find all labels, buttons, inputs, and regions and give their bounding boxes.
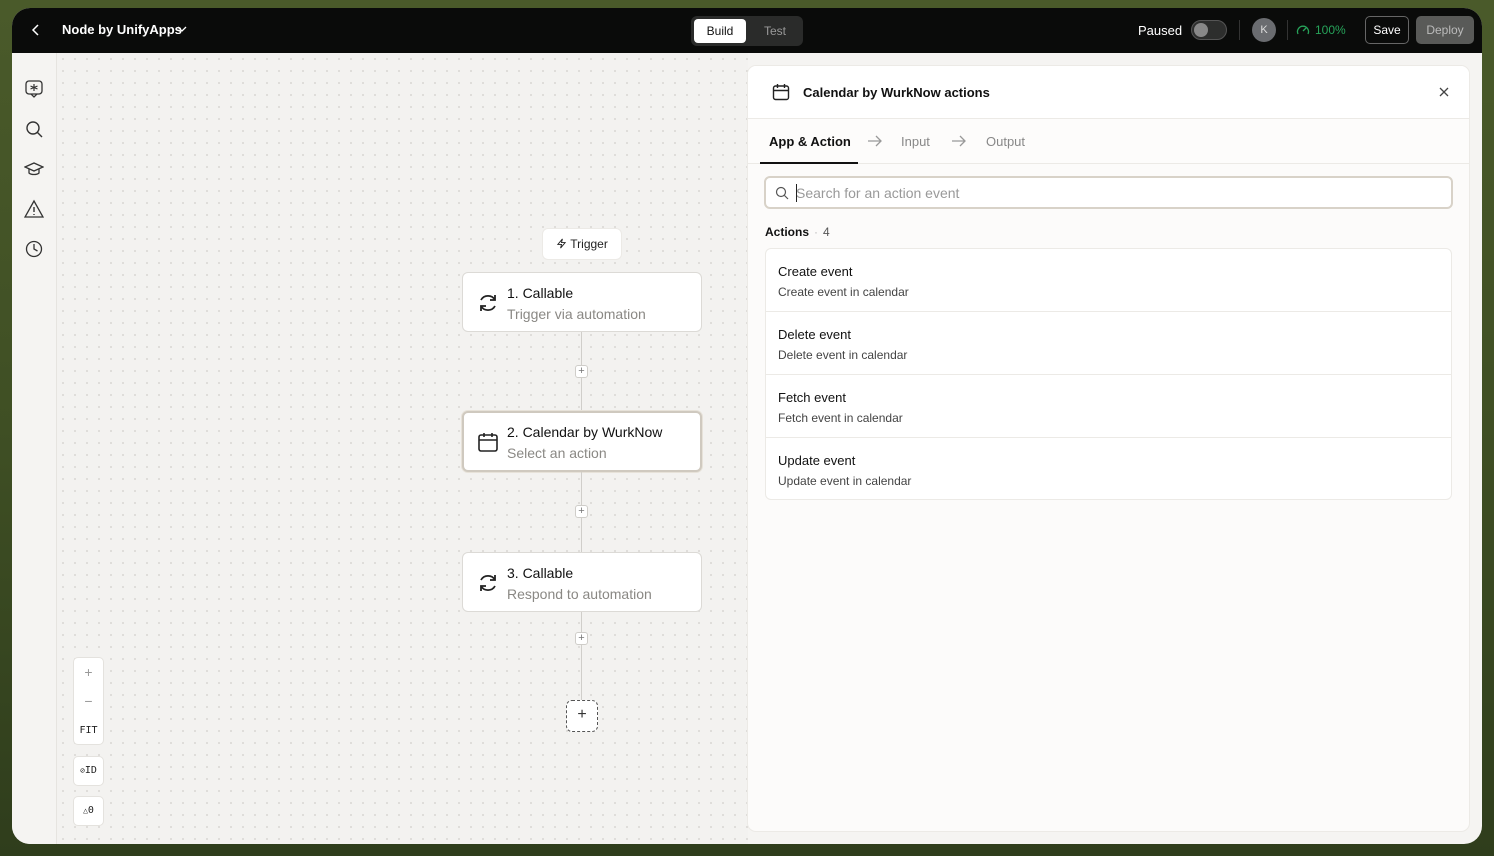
search-icon[interactable] — [24, 119, 44, 139]
node-subtitle: Respond to automation — [507, 586, 652, 602]
history-icon[interactable] — [24, 239, 44, 259]
arrow-right-icon — [868, 135, 882, 147]
top-bar: Node by UnifyApps Build Test Paused K 10… — [12, 8, 1482, 53]
app-window: Node by UnifyApps Build Test Paused K 10… — [12, 8, 1482, 844]
back-button[interactable] — [26, 20, 46, 40]
search-box — [764, 176, 1453, 209]
app-name[interactable]: Node by UnifyApps — [62, 22, 182, 37]
action-subtitle: Update event in calendar — [778, 474, 912, 488]
node-calendar[interactable]: 2. Calendar by WurkNow Select an action — [462, 411, 702, 472]
node-title: 1. Callable — [507, 285, 574, 301]
add-step-button[interactable]: + — [575, 632, 588, 645]
node-callable-respond[interactable]: 3. Callable Respond to automation — [462, 552, 702, 612]
action-title: Delete event — [778, 327, 851, 342]
add-node-button[interactable]: + — [566, 700, 598, 732]
calendar-icon — [478, 433, 498, 452]
paused-label: Paused — [1138, 23, 1183, 38]
divider — [1287, 20, 1288, 40]
deploy-button[interactable]: Deploy — [1416, 16, 1474, 44]
action-title: Fetch event — [778, 390, 846, 405]
actions-count: 4 — [823, 225, 830, 239]
trigger-button[interactable]: Trigger — [542, 228, 622, 260]
add-step-button[interactable]: + — [575, 365, 588, 378]
paused-toggle[interactable] — [1191, 20, 1227, 40]
gauge-icon — [1296, 25, 1310, 35]
list-item[interactable]: Delete event Delete event in calendar — [766, 312, 1451, 375]
health-percent: 100% — [1315, 23, 1346, 37]
calendar-icon — [772, 84, 790, 101]
ai-assistant-icon[interactable] — [24, 79, 44, 99]
action-subtitle: Create event in calendar — [778, 285, 909, 299]
fit-button[interactable]: FIT — [74, 716, 103, 745]
tab-input[interactable]: Input — [901, 134, 930, 149]
warnings-button[interactable]: △0 — [73, 796, 104, 826]
node-title: 2. Calendar by WurkNow — [507, 424, 663, 440]
action-subtitle: Delete event in calendar — [778, 348, 908, 362]
actions-label: Actions — [765, 225, 810, 239]
node-callable-trigger[interactable]: 1. Callable Trigger via automation — [462, 272, 702, 332]
tab-app-action[interactable]: App & Action — [769, 134, 851, 149]
close-icon[interactable] — [1438, 86, 1450, 98]
active-tab-indicator — [760, 162, 858, 164]
tab-output[interactable]: Output — [986, 134, 1025, 149]
build-tab[interactable]: Build — [694, 19, 746, 43]
search-input[interactable] — [796, 182, 1436, 204]
separator-dot: · — [814, 225, 819, 239]
save-button[interactable]: Save — [1365, 16, 1409, 44]
action-title: Update event — [778, 453, 856, 468]
test-tab[interactable]: Test — [751, 19, 799, 43]
zoom-out-button[interactable]: − — [74, 687, 103, 716]
actions-panel: Calendar by WurkNow actions App & Action… — [748, 66, 1469, 831]
panel-header: Calendar by WurkNow actions — [748, 66, 1469, 119]
refresh-icon — [480, 294, 496, 312]
toggle-knob — [1194, 23, 1208, 37]
actions-header: Actions · 4 — [765, 225, 830, 239]
node-title: 3. Callable — [507, 565, 574, 581]
step-tabs: App & Action Input Output — [748, 119, 1469, 164]
node-subtitle: Select an action — [507, 445, 607, 461]
mode-switch: Build Test — [691, 16, 803, 46]
action-title: Create event — [778, 264, 853, 279]
text-caret — [796, 184, 797, 202]
refresh-icon — [480, 574, 496, 592]
chevron-left-icon — [31, 24, 39, 36]
chevron-down-icon[interactable] — [176, 23, 188, 35]
zoom-in-button[interactable]: + — [74, 658, 103, 687]
id-toggle-button[interactable]: ⊘ID — [73, 756, 104, 786]
workflow-canvas[interactable]: Trigger 1. Callable Trigger via automati… — [57, 53, 748, 844]
list-item[interactable]: Update event Update event in calendar — [766, 438, 1451, 501]
warning-icon[interactable] — [24, 199, 44, 219]
list-item[interactable]: Fetch event Fetch event in calendar — [766, 375, 1451, 438]
add-step-button[interactable]: + — [575, 505, 588, 518]
search-icon — [775, 186, 789, 200]
left-sidebar — [12, 53, 57, 844]
zoom-controls: + − FIT — [73, 657, 104, 745]
connector-line — [581, 612, 582, 700]
action-subtitle: Fetch event in calendar — [778, 411, 903, 425]
list-item[interactable]: Create event Create event in calendar — [766, 249, 1451, 312]
warning-count: 0 — [87, 805, 94, 816]
arrow-right-icon — [952, 135, 966, 147]
actions-list: Create event Create event in calendar De… — [765, 248, 1452, 500]
lightning-icon — [556, 238, 567, 249]
divider — [1239, 20, 1240, 40]
panel-title: Calendar by WurkNow actions — [803, 85, 990, 100]
id-label: ID — [84, 765, 97, 776]
trigger-label: Trigger — [570, 237, 608, 251]
learn-icon[interactable] — [24, 159, 44, 179]
avatar[interactable]: K — [1252, 18, 1276, 42]
node-subtitle: Trigger via automation — [507, 306, 646, 322]
